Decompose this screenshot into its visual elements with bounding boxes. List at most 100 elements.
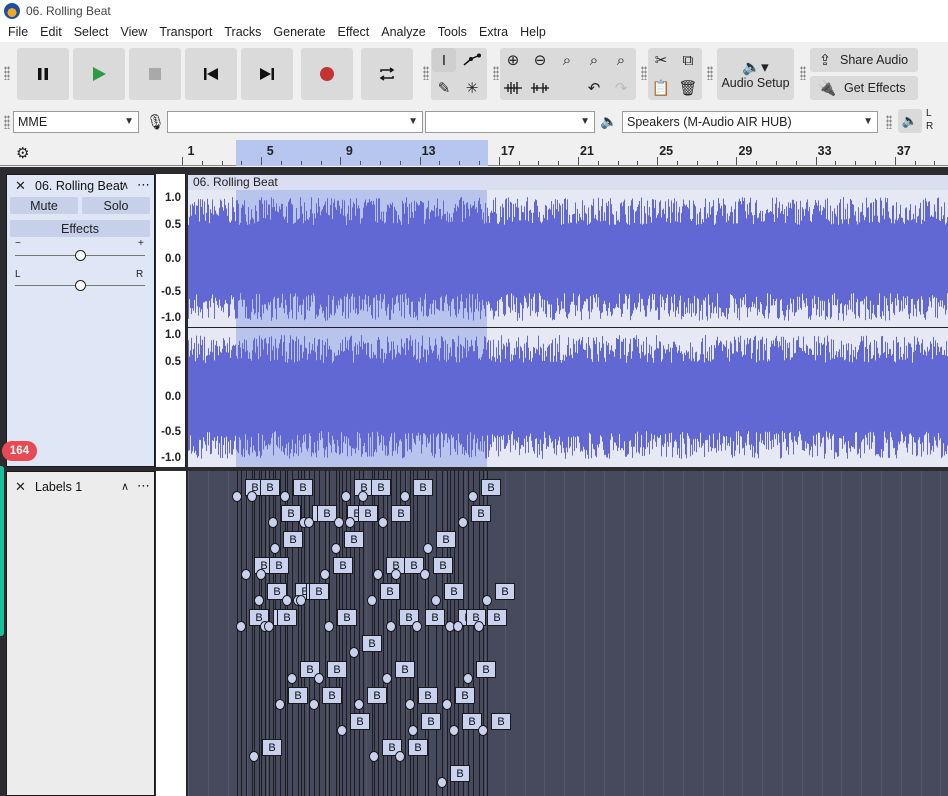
label-track-area[interactable]: BBBBBBBBBBBBBBBBBBBBBBBBBBBBBBBBBBBBBBBB… <box>188 471 948 796</box>
meter-grip[interactable] <box>886 115 892 129</box>
label-anchor[interactable] <box>420 569 430 580</box>
undo-button[interactable]: ↶ <box>582 76 606 100</box>
stop-button[interactable] <box>129 48 181 100</box>
label-box[interactable]: B <box>487 609 507 626</box>
label-anchor[interactable] <box>408 725 418 736</box>
label-anchor[interactable] <box>437 777 447 788</box>
label-box[interactable]: B <box>293 479 313 496</box>
silence-button[interactable] <box>528 76 552 100</box>
label-anchor[interactable] <box>482 595 492 606</box>
trim-button[interactable] <box>501 76 525 100</box>
label-anchor[interactable] <box>331 543 341 554</box>
menu-help[interactable]: Help <box>514 25 552 39</box>
clipboard-grip[interactable] <box>641 66 647 80</box>
paste-button[interactable]: 📋 <box>649 76 673 100</box>
notification-badge[interactable]: 164 <box>2 441 37 461</box>
label-box[interactable]: B <box>408 739 428 756</box>
label-anchor[interactable] <box>270 543 280 554</box>
fit-selection-button[interactable]: ⌕ <box>555 48 579 72</box>
label-box[interactable]: B <box>425 609 445 626</box>
redo-button[interactable]: ↷ <box>609 76 633 100</box>
playback-device-select[interactable]: Speakers (M-Audio AIR HUB) ▼ <box>622 111 878 133</box>
label-anchor[interactable] <box>367 595 377 606</box>
label-box[interactable]: B <box>371 479 391 496</box>
label-anchor[interactable] <box>369 751 379 762</box>
audio-clip[interactable] <box>188 190 948 467</box>
zoom-in-button[interactable]: ⊕ <box>501 48 525 72</box>
label-box[interactable]: B <box>309 583 329 600</box>
play-button[interactable] <box>73 48 125 100</box>
menu-effect[interactable]: Effect <box>332 25 376 39</box>
label-anchor[interactable] <box>463 673 473 684</box>
label-box[interactable]: B <box>344 531 364 548</box>
label-anchor[interactable] <box>391 569 401 580</box>
share-grip[interactable] <box>800 66 806 80</box>
label-anchor[interactable] <box>280 491 290 502</box>
multi-tool-button[interactable]: ✳ <box>460 76 484 100</box>
label-box[interactable]: B <box>481 479 501 496</box>
playback-meter-button[interactable]: 🔈 <box>898 109 922 133</box>
label-anchor[interactable] <box>358 491 368 502</box>
label-anchor[interactable] <box>287 673 297 684</box>
label-anchor[interactable] <box>395 751 405 762</box>
timeline-ruler[interactable]: ⚙ 1 5 9 13 17 21 25 29 33 37 <box>0 140 948 166</box>
track-menu-icon[interactable]: ⋯ <box>137 177 151 193</box>
label-box[interactable]: B <box>262 739 282 756</box>
get-effects-button[interactable]: 🔌 Get Effects <box>810 76 918 100</box>
label-box[interactable]: B <box>455 687 475 704</box>
device-grip[interactable] <box>4 115 10 129</box>
label-box[interactable]: B <box>288 687 308 704</box>
label-anchor[interactable] <box>341 491 351 502</box>
label-anchor[interactable] <box>268 517 278 528</box>
label-box[interactable]: B <box>283 531 303 548</box>
label-box[interactable]: B <box>471 505 491 522</box>
label-anchor[interactable] <box>349 647 359 658</box>
audio-host-select[interactable]: MME ▼ <box>13 111 139 133</box>
close-icon[interactable]: ✕ <box>15 479 26 495</box>
label-box[interactable]: B <box>380 583 400 600</box>
recording-channels-select[interactable]: ▼ <box>425 111 595 133</box>
label-box[interactable]: B <box>450 765 470 782</box>
selection-tool-button[interactable]: I <box>432 48 456 72</box>
label-box[interactable]: B <box>277 609 297 626</box>
label-anchor[interactable] <box>458 517 468 528</box>
label-box[interactable]: B <box>260 479 280 496</box>
label-box[interactable]: B <box>391 505 411 522</box>
label-anchor[interactable] <box>423 543 433 554</box>
label-anchor[interactable] <box>345 517 355 528</box>
menu-tools[interactable]: Tools <box>432 25 473 39</box>
label-anchor[interactable] <box>334 517 344 528</box>
label-box[interactable]: B <box>358 505 378 522</box>
label-box[interactable]: B <box>362 635 382 652</box>
label-anchor[interactable] <box>282 595 292 606</box>
label-anchor[interactable] <box>275 699 285 710</box>
skip-to-start-button[interactable] <box>185 48 237 100</box>
label-box[interactable]: B <box>333 557 353 574</box>
effects-button[interactable]: Effects <box>10 220 150 237</box>
label-anchor[interactable] <box>324 621 334 632</box>
label-anchor[interactable] <box>449 725 459 736</box>
loop-button[interactable] <box>361 48 413 100</box>
label-anchor[interactable] <box>320 569 330 580</box>
label-box[interactable]: B <box>327 661 347 678</box>
label-anchor[interactable] <box>412 621 422 632</box>
label-box[interactable]: B <box>491 713 511 730</box>
recording-device-select[interactable]: ▼ <box>167 111 423 133</box>
close-icon[interactable]: ✕ <box>15 178 26 194</box>
share-audio-button[interactable]: ⇪ Share Audio <box>810 48 918 72</box>
label-anchor[interactable] <box>247 491 257 502</box>
gain-slider-knob[interactable] <box>75 250 86 261</box>
menu-select[interactable]: Select <box>68 25 115 39</box>
toolbar-grip[interactable] <box>4 66 10 80</box>
edit-grip[interactable] <box>493 66 499 80</box>
audio-setup-grip[interactable] <box>707 66 713 80</box>
label-box[interactable]: B <box>418 687 438 704</box>
tools-grip[interactable] <box>423 66 429 80</box>
label-anchor[interactable] <box>232 491 242 502</box>
collapse-icon[interactable]: ∧ <box>121 179 129 192</box>
label-anchor[interactable] <box>442 699 452 710</box>
zoom-out-button[interactable]: ⊖ <box>528 48 552 72</box>
label-anchor[interactable] <box>304 517 314 528</box>
menu-file[interactable]: File <box>2 25 34 39</box>
record-button[interactable] <box>301 48 353 100</box>
